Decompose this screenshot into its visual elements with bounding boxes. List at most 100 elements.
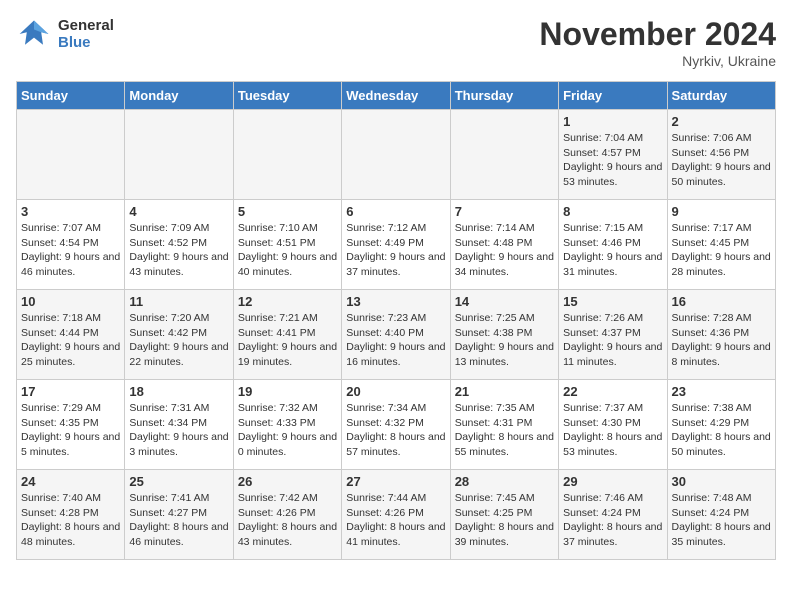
day-number: 16 (672, 294, 771, 309)
day-number: 15 (563, 294, 662, 309)
month-title: November 2024 (539, 16, 776, 53)
day-number: 23 (672, 384, 771, 399)
day-info: Sunrise: 7:44 AM Sunset: 4:26 PM Dayligh… (346, 491, 445, 550)
calendar-cell: 21 Sunrise: 7:35 AM Sunset: 4:31 PM Dayli… (450, 380, 558, 470)
calendar-cell: 8Sunrise: 7:15 AM Sunset: 4:46 PM Daylig… (559, 200, 667, 290)
calendar-cell: 23 Sunrise: 7:38 AM Sunset: 4:29 PM Dayli… (667, 380, 775, 470)
day-number: 30 (672, 474, 771, 489)
day-number: 17 (21, 384, 120, 399)
calendar-week-1: 3 Sunrise: 7:07 AM Sunset: 4:54 PM Daylig… (17, 200, 776, 290)
calendar-week-0: 1Sunrise: 7:04 AM Sunset: 4:57 PM Daylig… (17, 110, 776, 200)
calendar-week-3: 17 Sunrise: 7:29 AM Sunset: 4:35 PM Dayli… (17, 380, 776, 470)
calendar-cell: 30 Sunrise: 7:48 AM Sunset: 4:24 PM Dayli… (667, 470, 775, 560)
calendar-cell: 9 Sunrise: 7:17 AM Sunset: 4:45 PM Daylig… (667, 200, 775, 290)
day-number: 14 (455, 294, 554, 309)
day-info: Sunrise: 7:28 AM Sunset: 4:36 PM Dayligh… (672, 311, 771, 370)
day-number: 7 (455, 204, 554, 219)
calendar-cell: 1Sunrise: 7:04 AM Sunset: 4:57 PM Daylig… (559, 110, 667, 200)
day-number: 3 (21, 204, 120, 219)
day-info: Sunrise: 7:23 AM Sunset: 4:40 PM Dayligh… (346, 311, 445, 370)
day-info: Sunrise: 7:07 AM Sunset: 4:54 PM Dayligh… (21, 221, 120, 280)
day-info: Sunrise: 7:32 AM Sunset: 4:33 PM Dayligh… (238, 401, 337, 460)
day-number: 6 (346, 204, 445, 219)
col-header-wednesday: Wednesday (342, 82, 450, 110)
calendar-cell: 3 Sunrise: 7:07 AM Sunset: 4:54 PM Daylig… (17, 200, 125, 290)
day-info: Sunrise: 7:42 AM Sunset: 4:26 PM Dayligh… (238, 491, 337, 550)
day-info: Sunrise: 7:48 AM Sunset: 4:24 PM Dayligh… (672, 491, 771, 550)
day-number: 4 (129, 204, 228, 219)
calendar-cell: 7 Sunrise: 7:14 AM Sunset: 4:48 PM Daylig… (450, 200, 558, 290)
col-header-saturday: Saturday (667, 82, 775, 110)
day-number: 5 (238, 204, 337, 219)
day-info: Sunrise: 7:46 AM Sunset: 4:24 PM Dayligh… (563, 491, 662, 550)
day-number: 24 (21, 474, 120, 489)
calendar-cell: 14 Sunrise: 7:25 AM Sunset: 4:38 PM Dayli… (450, 290, 558, 380)
calendar-week-4: 24 Sunrise: 7:40 AM Sunset: 4:28 PM Dayli… (17, 470, 776, 560)
day-number: 28 (455, 474, 554, 489)
calendar-cell: 6 Sunrise: 7:12 AM Sunset: 4:49 PM Daylig… (342, 200, 450, 290)
day-info: Sunrise: 7:12 AM Sunset: 4:49 PM Dayligh… (346, 221, 445, 280)
day-number: 9 (672, 204, 771, 219)
calendar-cell: 15Sunrise: 7:26 AM Sunset: 4:37 PM Dayli… (559, 290, 667, 380)
col-header-sunday: Sunday (17, 82, 125, 110)
calendar-cell (450, 110, 558, 200)
day-info: Sunrise: 7:31 AM Sunset: 4:34 PM Dayligh… (129, 401, 228, 460)
calendar-cell (342, 110, 450, 200)
day-info: Sunrise: 7:20 AM Sunset: 4:42 PM Dayligh… (129, 311, 228, 370)
title-section: November 2024 Nyrkiv, Ukraine (539, 16, 776, 69)
calendar-table: SundayMondayTuesdayWednesdayThursdayFrid… (16, 81, 776, 560)
location-subtitle: Nyrkiv, Ukraine (539, 53, 776, 69)
day-number: 8 (563, 204, 662, 219)
calendar-cell: 11Sunrise: 7:20 AM Sunset: 4:42 PM Dayli… (125, 290, 233, 380)
calendar-cell: 2Sunrise: 7:06 AM Sunset: 4:56 PM Daylig… (667, 110, 775, 200)
day-number: 13 (346, 294, 445, 309)
calendar-cell: 29 Sunrise: 7:46 AM Sunset: 4:24 PM Dayli… (559, 470, 667, 560)
day-number: 10 (21, 294, 120, 309)
calendar-cell: 22Sunrise: 7:37 AM Sunset: 4:30 PM Dayli… (559, 380, 667, 470)
calendar-cell: 27 Sunrise: 7:44 AM Sunset: 4:26 PM Dayli… (342, 470, 450, 560)
day-info: Sunrise: 7:37 AM Sunset: 4:30 PM Dayligh… (563, 401, 662, 460)
logo-icon (16, 16, 52, 52)
day-number: 12 (238, 294, 337, 309)
logo: General Blue (16, 16, 114, 52)
calendar-cell: 4 Sunrise: 7:09 AM Sunset: 4:52 PM Daylig… (125, 200, 233, 290)
calendar-cell: 28 Sunrise: 7:45 AM Sunset: 4:25 PM Dayli… (450, 470, 558, 560)
day-info: Sunrise: 7:34 AM Sunset: 4:32 PM Dayligh… (346, 401, 445, 460)
day-number: 27 (346, 474, 445, 489)
calendar-cell: 18Sunrise: 7:31 AM Sunset: 4:34 PM Dayli… (125, 380, 233, 470)
day-number: 2 (672, 114, 771, 129)
day-info: Sunrise: 7:17 AM Sunset: 4:45 PM Dayligh… (672, 221, 771, 280)
day-info: Sunrise: 7:38 AM Sunset: 4:29 PM Dayligh… (672, 401, 771, 460)
calendar-cell (17, 110, 125, 200)
day-info: Sunrise: 7:18 AM Sunset: 4:44 PM Dayligh… (21, 311, 120, 370)
day-number: 29 (563, 474, 662, 489)
day-info: Sunrise: 7:35 AM Sunset: 4:31 PM Dayligh… (455, 401, 554, 460)
day-info: Sunrise: 7:21 AM Sunset: 4:41 PM Dayligh… (238, 311, 337, 370)
logo-text: General Blue (58, 17, 114, 51)
page-header: General Blue November 2024 Nyrkiv, Ukrai… (16, 16, 776, 69)
col-header-thursday: Thursday (450, 82, 558, 110)
day-info: Sunrise: 7:40 AM Sunset: 4:28 PM Dayligh… (21, 491, 120, 550)
day-number: 19 (238, 384, 337, 399)
day-number: 21 (455, 384, 554, 399)
calendar-cell: 25Sunrise: 7:41 AM Sunset: 4:27 PM Dayli… (125, 470, 233, 560)
calendar-cell: 26Sunrise: 7:42 AM Sunset: 4:26 PM Dayli… (233, 470, 341, 560)
day-number: 20 (346, 384, 445, 399)
day-number: 25 (129, 474, 228, 489)
calendar-cell (233, 110, 341, 200)
col-header-tuesday: Tuesday (233, 82, 341, 110)
col-header-monday: Monday (125, 82, 233, 110)
day-info: Sunrise: 7:14 AM Sunset: 4:48 PM Dayligh… (455, 221, 554, 280)
calendar-cell (125, 110, 233, 200)
calendar-cell: 12 Sunrise: 7:21 AM Sunset: 4:41 PM Dayli… (233, 290, 341, 380)
day-info: Sunrise: 7:25 AM Sunset: 4:38 PM Dayligh… (455, 311, 554, 370)
day-info: Sunrise: 7:09 AM Sunset: 4:52 PM Dayligh… (129, 221, 228, 280)
calendar-cell: 13 Sunrise: 7:23 AM Sunset: 4:40 PM Dayli… (342, 290, 450, 380)
calendar-cell: 17 Sunrise: 7:29 AM Sunset: 4:35 PM Dayli… (17, 380, 125, 470)
day-number: 1 (563, 114, 662, 129)
day-info: Sunrise: 7:10 AM Sunset: 4:51 PM Dayligh… (238, 221, 337, 280)
calendar-cell: 24 Sunrise: 7:40 AM Sunset: 4:28 PM Dayli… (17, 470, 125, 560)
calendar-cell: 19 Sunrise: 7:32 AM Sunset: 4:33 PM Dayli… (233, 380, 341, 470)
day-info: Sunrise: 7:29 AM Sunset: 4:35 PM Dayligh… (21, 401, 120, 460)
day-info: Sunrise: 7:45 AM Sunset: 4:25 PM Dayligh… (455, 491, 554, 550)
